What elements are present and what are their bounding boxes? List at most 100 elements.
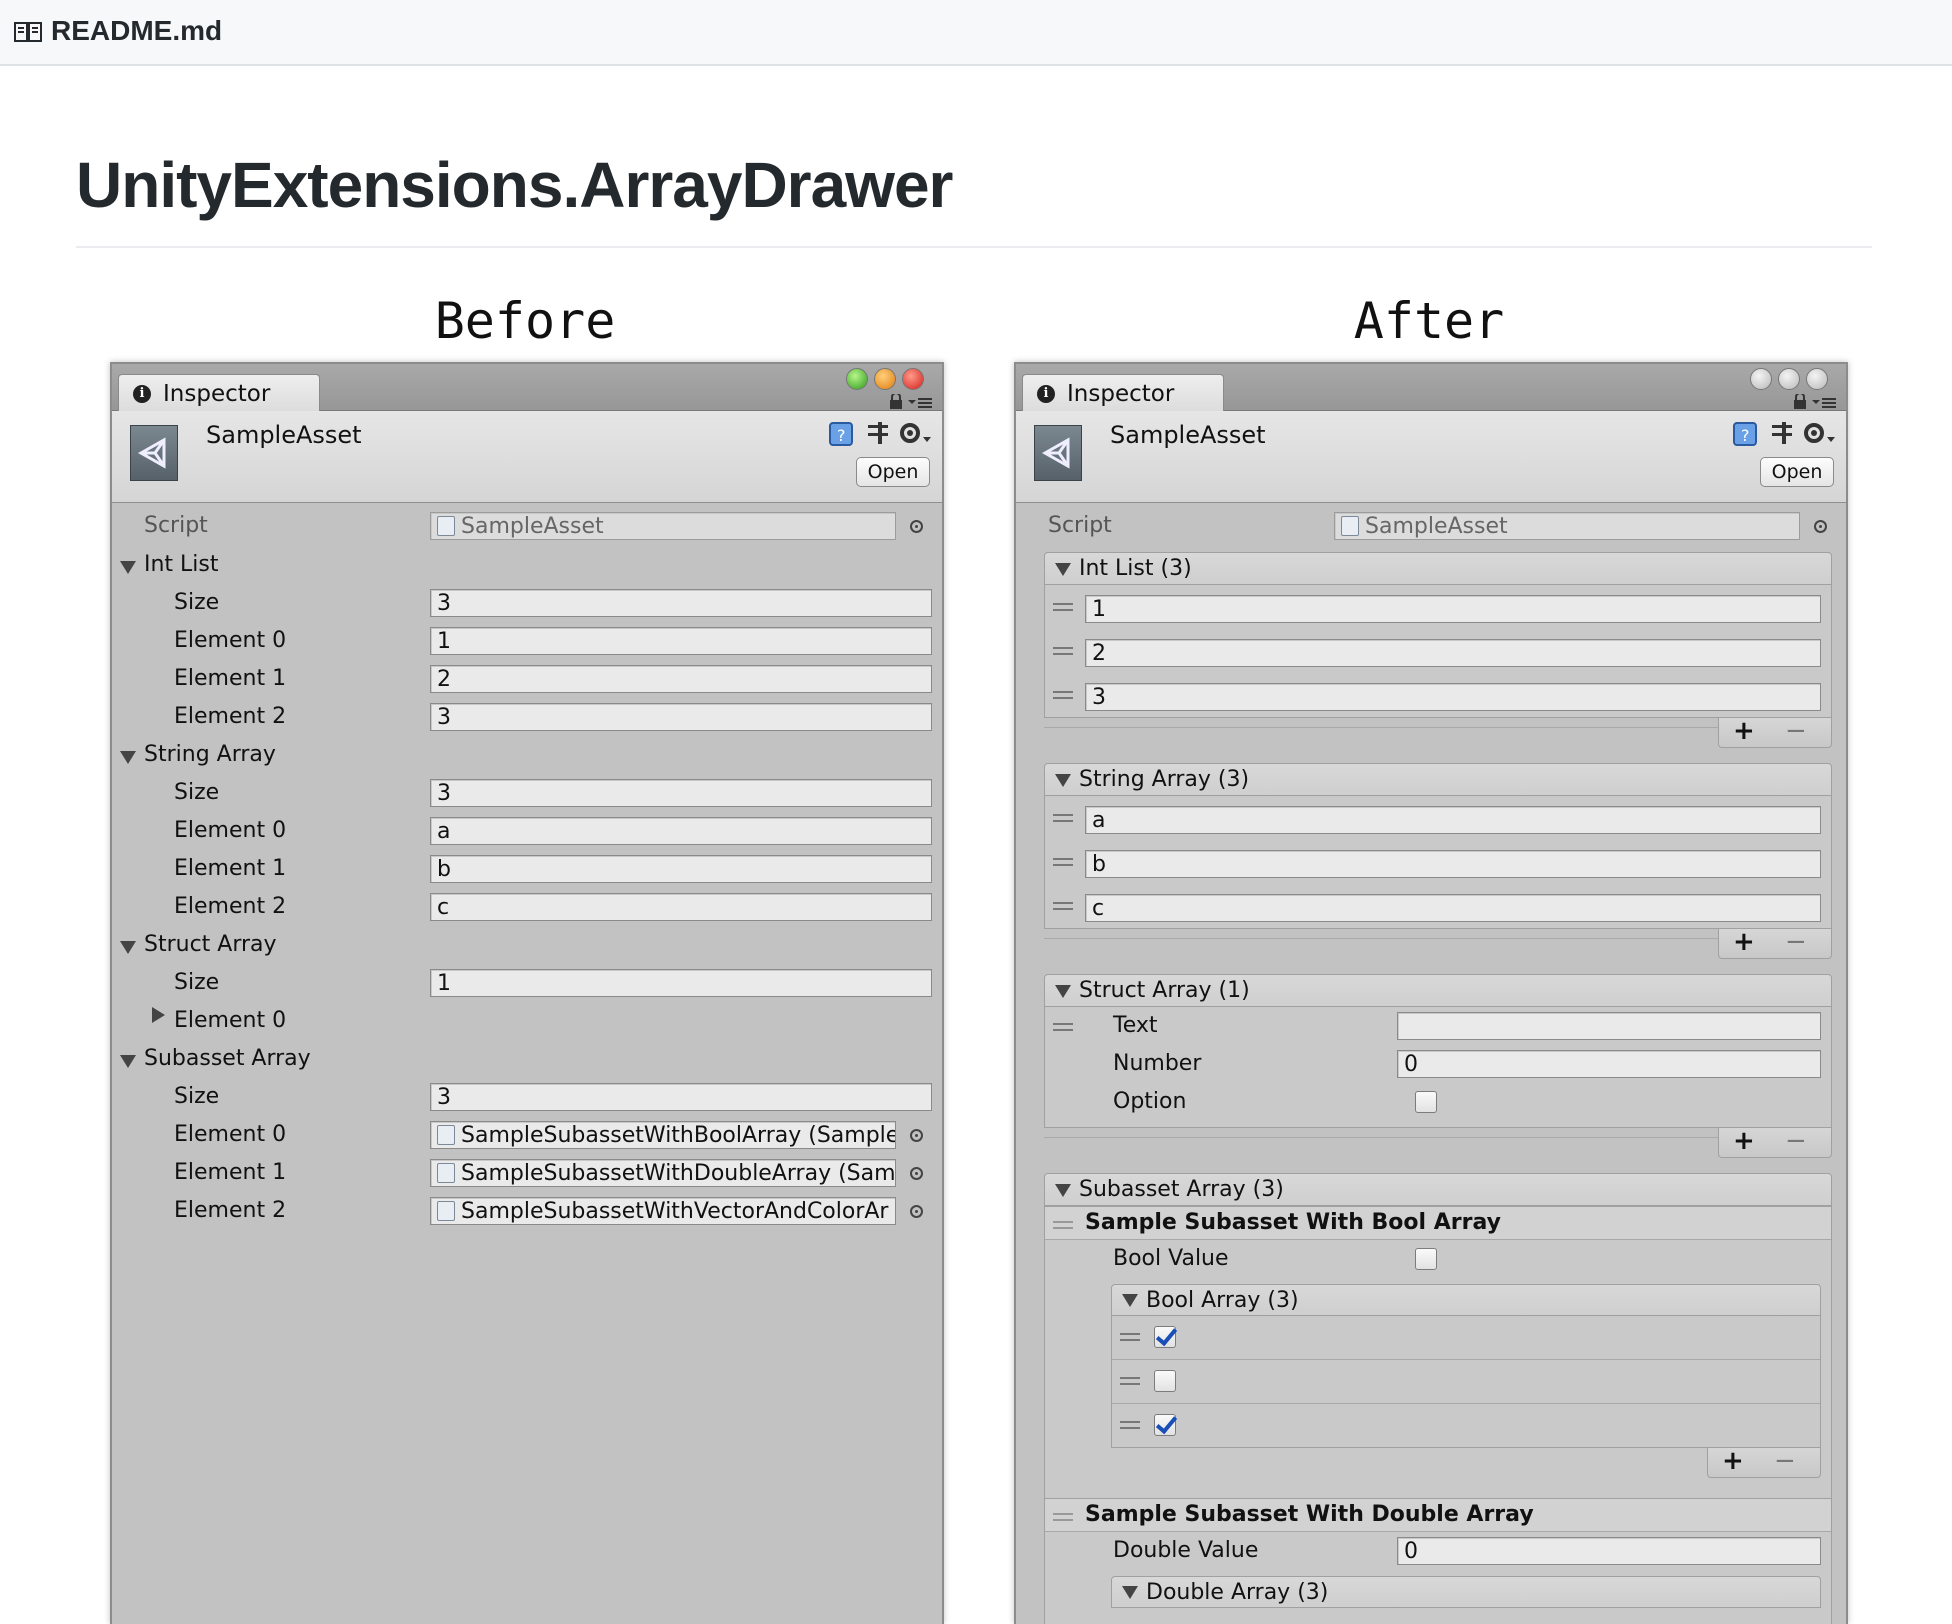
string-array-label[interactable]: String Array <box>144 740 276 770</box>
drag-handle-icon[interactable] <box>1053 902 1073 910</box>
int-item-field[interactable]: 3 <box>1085 683 1821 711</box>
minimize-button[interactable] <box>1778 368 1800 390</box>
title-divider <box>76 246 1872 248</box>
subasset-array-size-field[interactable]: 3 <box>430 1083 932 1111</box>
bool-item-checkbox[interactable] <box>1154 1370 1176 1392</box>
header-tools: ? <box>1733 422 1835 446</box>
string-element-field[interactable]: c <box>430 893 932 921</box>
int-list-size-field[interactable]: 3 <box>430 589 932 617</box>
remove-button[interactable]: − <box>1774 1448 1796 1474</box>
file-name[interactable]: README.md <box>51 15 222 47</box>
maximize-button[interactable] <box>1750 368 1772 390</box>
struct-element-label[interactable]: Element 0 <box>174 1006 286 1036</box>
struct-array-size-field[interactable]: 1 <box>430 969 932 997</box>
drag-handle-icon[interactable] <box>1053 691 1073 699</box>
element-label: Element 0 <box>174 818 287 843</box>
string-array-header[interactable]: String Array (3) <box>1044 763 1832 796</box>
asset-header: SampleAsset ? Open <box>112 411 942 503</box>
foldout-arrow-icon[interactable] <box>120 561 136 574</box>
subasset-object-field[interactable]: SampleSubassetWithVectorAndColorAr <box>430 1197 896 1225</box>
element-label: Element 2 <box>174 894 287 919</box>
string-item-field[interactable]: a <box>1085 806 1821 834</box>
bool-array-header[interactable]: Bool Array (3) <box>1111 1284 1821 1316</box>
inspector-tab[interactable]: i Inspector <box>1022 374 1224 412</box>
drag-handle-icon[interactable] <box>1053 1023 1073 1031</box>
subasset-array-label[interactable]: Subasset Array <box>144 1044 311 1074</box>
drag-handle-icon[interactable] <box>1120 1421 1140 1429</box>
int-list-label[interactable]: Int List <box>144 550 219 580</box>
script-value: SampleAsset <box>461 514 604 539</box>
double-array-header[interactable]: Double Array (3) <box>1111 1576 1821 1608</box>
caption-after: After <box>1353 292 1505 350</box>
open-button[interactable]: Open <box>856 457 930 487</box>
int-item-field[interactable]: 2 <box>1085 639 1821 667</box>
drag-handle-icon[interactable] <box>1120 1333 1140 1341</box>
struct-array-header[interactable]: Struct Array (1) <box>1044 974 1832 1007</box>
add-button[interactable]: + <box>1722 1448 1744 1474</box>
string-element-field[interactable]: a <box>430 817 932 845</box>
lock-menu-icon[interactable] <box>1782 394 1838 410</box>
foldout-arrow-icon[interactable] <box>120 751 136 764</box>
foldout-arrow-icon[interactable] <box>120 1055 136 1068</box>
remove-button[interactable]: − <box>1785 718 1807 744</box>
string-array-size-field[interactable]: 3 <box>430 779 932 807</box>
object-picker-icon[interactable] <box>910 520 923 533</box>
string-item-field[interactable]: c <box>1085 894 1821 922</box>
foldout-arrow-icon[interactable] <box>120 941 136 954</box>
subasset-item-header[interactable]: Sample Subasset With Bool Array <box>1045 1206 1831 1240</box>
drag-handle-icon[interactable] <box>1053 647 1073 655</box>
int-element-field[interactable]: 1 <box>430 627 932 655</box>
unity-asset-icon <box>130 425 178 481</box>
bool-item-checkbox[interactable] <box>1154 1414 1176 1436</box>
drag-handle-icon[interactable] <box>1053 814 1073 822</box>
minimize-button[interactable] <box>874 368 896 390</box>
remove-button[interactable]: − <box>1785 929 1807 955</box>
double-value-field[interactable]: 0 <box>1397 1537 1821 1565</box>
add-button[interactable]: + <box>1733 929 1755 955</box>
drag-handle-icon[interactable] <box>1053 1513 1073 1521</box>
script-label: Script <box>1048 513 1112 538</box>
element-label: Element 1 <box>174 1160 287 1185</box>
int-item-field[interactable]: 1 <box>1085 595 1821 623</box>
drag-handle-icon[interactable] <box>1053 858 1073 866</box>
add-button[interactable]: + <box>1733 1128 1755 1154</box>
object-picker-icon[interactable] <box>910 1205 923 1218</box>
bool-value-checkbox[interactable] <box>1415 1248 1437 1270</box>
drag-handle-icon[interactable] <box>1053 1221 1073 1229</box>
object-picker-icon[interactable] <box>910 1167 923 1180</box>
option-checkbox[interactable] <box>1415 1091 1437 1113</box>
add-button[interactable]: + <box>1733 718 1755 744</box>
int-element-field[interactable]: 2 <box>430 665 932 693</box>
subasset-object-field[interactable]: SampleSubassetWithBoolArray (Sample <box>430 1121 896 1149</box>
open-button[interactable]: Open <box>1760 457 1834 487</box>
drag-handle-icon[interactable] <box>1120 1377 1140 1385</box>
inspector-after: i Inspector SampleAsset ? Open Script Sa… <box>1014 362 1848 1624</box>
lock-menu-icon[interactable] <box>878 394 934 410</box>
maximize-button[interactable] <box>846 368 868 390</box>
object-picker-icon[interactable] <box>910 1129 923 1142</box>
bool-item-checkbox[interactable] <box>1154 1326 1176 1348</box>
object-picker-icon[interactable] <box>1814 520 1827 533</box>
drag-handle-icon[interactable] <box>1053 603 1073 611</box>
close-button[interactable] <box>902 368 924 390</box>
int-list-header[interactable]: Int List (3) <box>1044 552 1832 585</box>
int-element-field[interactable]: 3 <box>430 703 932 731</box>
close-button[interactable] <box>1806 368 1828 390</box>
element-label: Element 1 <box>174 856 287 881</box>
subasset-object-field[interactable]: SampleSubassetWithDoubleArray (Sam <box>430 1159 896 1187</box>
remove-button[interactable]: − <box>1785 1128 1807 1154</box>
inspector-tab[interactable]: i Inspector <box>118 374 320 412</box>
text-field[interactable] <box>1397 1012 1821 1040</box>
script-icon <box>1341 516 1359 536</box>
bool-array-body <box>1111 1316 1821 1448</box>
script-field[interactable]: SampleAsset <box>430 512 896 540</box>
struct-array-label[interactable]: Struct Array <box>144 930 277 960</box>
script-field[interactable]: SampleAsset <box>1334 512 1800 540</box>
subasset-array-header[interactable]: Subasset Array (3) <box>1044 1173 1832 1206</box>
string-item-field[interactable]: b <box>1085 850 1821 878</box>
string-element-field[interactable]: b <box>430 855 932 883</box>
asset-name: SampleAsset <box>1110 421 1266 449</box>
subasset-item-header[interactable]: Sample Subasset With Double Array <box>1045 1498 1831 1532</box>
foldout-collapsed-icon[interactable] <box>152 1007 165 1023</box>
number-field[interactable]: 0 <box>1397 1050 1821 1078</box>
